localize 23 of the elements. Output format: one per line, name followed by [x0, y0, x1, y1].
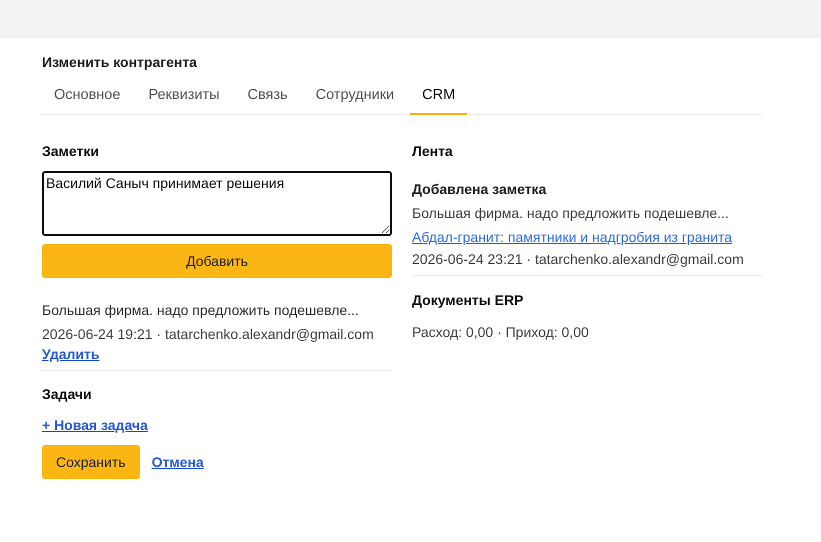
- tab[interactable]: Основное: [42, 87, 132, 115]
- save-button[interactable]: Сохранить: [42, 445, 140, 479]
- feed-heading: Лента: [412, 143, 454, 159]
- notes-field[interactable]: Василий Саныч принимает решения: [42, 171, 392, 236]
- feed-item-meta: 2026-06-24 23:21 · tatarchenko.alexandr@gmail.com: [412, 251, 745, 267]
- tasks-heading: Задачи: [42, 386, 93, 402]
- note-text: Большая фирма. надо предложить подешевле...: [42, 302, 360, 318]
- dialog-title: Изменить контрагента: [42, 54, 198, 70]
- cancel-link[interactable]: Отмена: [152, 454, 204, 470]
- feed-item-text: Большая фирма. надо предложить подешевле...: [412, 205, 730, 221]
- tab[interactable]: CRM: [410, 87, 468, 115]
- delete-link[interactable]: Удалить: [42, 346, 100, 362]
- company-link[interactable]: Абдал-гранит: памятники и надгробия из гранита: [412, 229, 732, 245]
- add-button[interactable]: Добавить: [42, 244, 392, 278]
- tab[interactable]: Реквизиты: [136, 87, 232, 115]
- tab[interactable]: Сотрудники: [304, 87, 406, 115]
- feed-item-title: Добавлена заметка: [412, 181, 548, 197]
- note-meta: 2026-06-24 19:21 · tatarchenko.alexandr@gmail.com: [42, 326, 375, 342]
- notes-heading: Заметки: [42, 143, 100, 159]
- erp-heading: Документы ERP: [412, 292, 524, 308]
- new-task-link[interactable]: + Новая задача: [42, 417, 148, 433]
- tab[interactable]: Связь: [236, 87, 300, 115]
- erp-summary: Расход: 0,00 · Приход: 0,00: [412, 324, 590, 340]
